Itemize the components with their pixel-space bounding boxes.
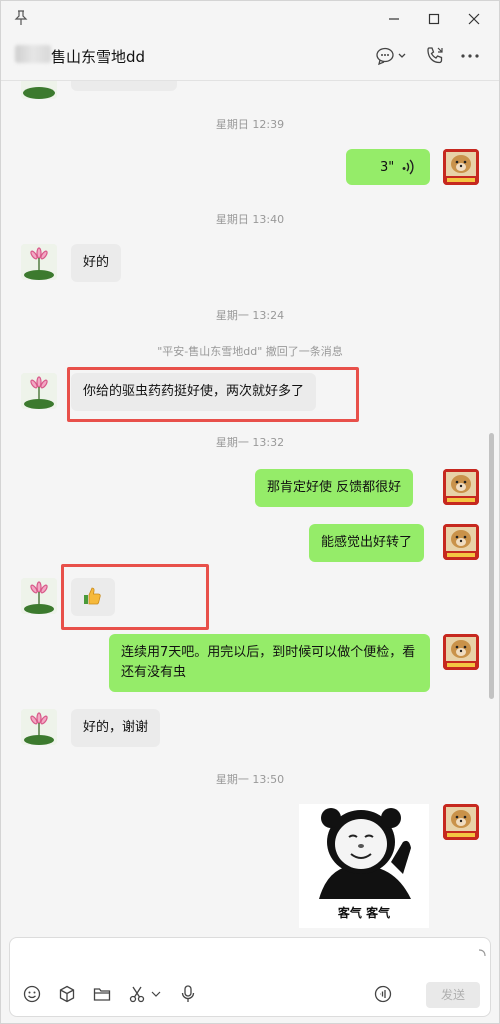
sticker-caption: 客气 客气 [337, 906, 391, 920]
red-highlight-box [67, 367, 359, 422]
minimize-icon[interactable] [383, 8, 405, 30]
mic-icon[interactable] [178, 984, 198, 1004]
voice-wave-icon [400, 158, 416, 183]
pin-icon[interactable] [14, 10, 28, 26]
chat-bubble-icon[interactable] [376, 45, 406, 67]
avatar-self[interactable] [443, 469, 479, 505]
emoji-icon[interactable] [22, 984, 42, 1004]
timestamp: 星期日 12:39 [215, 118, 285, 131]
message-bubble[interactable]: 能感觉出好转了 [309, 524, 425, 562]
voice-duration: 3" [380, 160, 395, 175]
chat-title: 售山东雪地dd [51, 48, 146, 66]
message-bubble[interactable]: 那肯定好使 反馈都很好 [255, 469, 414, 507]
avatar-contact[interactable] [21, 578, 57, 614]
timestamp: 星期一 13:32 [215, 436, 285, 449]
more-icon[interactable] [461, 45, 479, 67]
timestamp: 星期一 13:24 [215, 309, 285, 322]
message-bubble[interactable]: 连续用7天吧。用完以后，到时候可以做个便检，看还有没有虫 [109, 634, 430, 692]
avatar-contact[interactable] [21, 81, 57, 99]
send-button[interactable]: 发送 [426, 982, 480, 1008]
avatar-self[interactable] [443, 804, 479, 840]
recall-notice: "平安-售山东雪地dd" 撤回了一条消息 [157, 345, 343, 358]
red-highlight-box [61, 564, 209, 630]
message-bubble[interactable]: 好的，谢谢 [71, 709, 161, 747]
voice-message-bubble[interactable]: 3" [346, 149, 430, 185]
title-bar [1, 1, 499, 37]
avatar-contact[interactable] [21, 709, 57, 745]
avatar-self[interactable] [443, 634, 479, 670]
message-bubble[interactable]: 好的 [71, 244, 122, 282]
resize-corner-icon [478, 942, 486, 957]
chevron-down-icon[interactable] [150, 984, 162, 1004]
scrollbar[interactable] [489, 433, 494, 699]
folder-icon[interactable] [92, 984, 112, 1004]
message-input-area[interactable]: 发送 [9, 937, 491, 1017]
voice-input-icon[interactable] [373, 984, 393, 1004]
phone-icon[interactable] [425, 45, 445, 67]
avatar-self[interactable] [443, 149, 479, 185]
avatar-contact[interactable] [21, 373, 57, 409]
message-list[interactable]: 星期日 12:39 3" 星期日 13:40 好的 星期一 13:24 "平安-… [1, 81, 499, 937]
chat-header: 售山东雪地dd [1, 37, 499, 81]
avatar-contact[interactable] [21, 244, 57, 280]
blurred-name-prefix [15, 45, 51, 63]
avatar-self[interactable] [443, 524, 479, 560]
close-icon[interactable] [463, 8, 485, 30]
panda-meme-sticker [319, 808, 411, 899]
timestamp: 星期一 13:50 [215, 773, 285, 786]
maximize-icon[interactable] [423, 8, 445, 30]
sticker-message[interactable]: 客气 客气 [299, 804, 429, 928]
message-bubble-partial[interactable] [71, 81, 177, 91]
chat-window: 售山东雪地dd 星期日 12:39 3" 星期日 13:40 好的 星期一 13… [0, 0, 500, 1024]
box-icon[interactable] [57, 984, 77, 1004]
scissors-icon[interactable] [127, 984, 147, 1004]
timestamp: 星期日 13:40 [215, 213, 285, 226]
